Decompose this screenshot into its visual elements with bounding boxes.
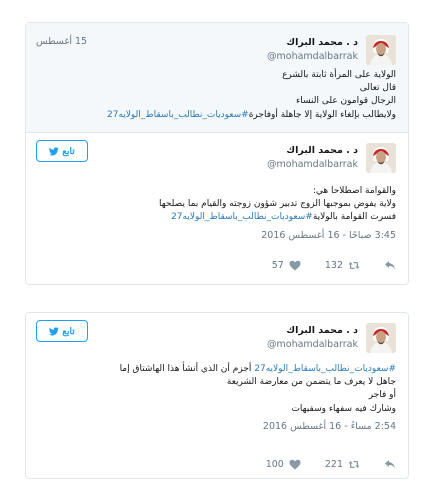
tweet-actions: 221 100 [266,459,396,470]
author-display-name[interactable]: د . محمد البراك [267,36,358,50]
retweet-action[interactable]: 132 [325,260,360,271]
retweet-icon [348,262,360,269]
retweet-count: 221 [324,459,343,470]
tweet-text-line: ولاية يفوض بموجبها الزوج تدبير شؤون زوجت… [158,199,396,210]
hashtag-link[interactable]: #سعوديات_نطالب_باسقاط_الولايه27 [171,212,313,222]
like-action[interactable]: 100 [266,459,301,470]
avatar[interactable] [366,35,396,65]
quoted-tweet-text: الولاية على المرأة ثابتة بالشرع قال تعال… [38,69,396,122]
tweet-text-line: الولاية على المرأة ثابتة بالشرع [282,70,396,80]
author-handle[interactable]: @mohamdalbarrak [267,158,358,172]
tweet-text: والقوامة اصطلاحا هي: ولاية يفوض بموجبها … [38,185,396,225]
tweet-header: د . محمد البراك @mohamdalbarrak [38,143,396,177]
tweet-author[interactable]: د . محمد البراك @mohamdalbarrak [267,144,358,172]
heart-icon [289,459,301,470]
like-action[interactable]: 57 [272,260,301,271]
like-count: 57 [271,260,284,271]
hashtag-link[interactable]: #سعوديات_نطالب_باسقاط_الولايه27 [107,110,249,120]
reply-icon [385,460,395,469]
retweet-action[interactable]: 221 [325,459,360,470]
reply-action[interactable] [384,459,396,470]
tweet-text-line: الرجال قوامون على النساء [296,96,396,107]
embedded-tweet-card: تابع د . محمد البراك @mohamdalbarrak #سع… [25,312,409,479]
embedded-tweet-card: 15 أغسطس د . محمد البراك @mohamdalbarrak… [25,22,409,285]
tweet-text: #سعوديات_نطالب_باسقاط_الولايه27 أجزم أن … [38,363,396,416]
tweet-text-line: فسرت القوامة بالولاية#سعوديات_نطالب_باسق… [38,211,396,224]
tweet-text-line: أو فاجر [368,390,396,401]
avatar[interactable] [366,143,396,173]
retweet-icon [348,461,360,468]
tweet-text-line: جاهل لا يعرف ما يتضمن من معارضة الشريعة [226,377,396,388]
tweet-text-line: وشارك فيه سفهاء وسفيهات [291,403,396,414]
quoted-tweet-header: د . محمد البراك @mohamdalbarrak [38,35,396,69]
hashtag-link[interactable]: #سعوديات_نطالب_باسقاط_الولايه27 [254,364,396,374]
tweet-text-line: #سعوديات_نطالب_باسقاط_الولايه27 أجزم أن … [38,363,396,376]
tweet-body: تابع د . محمد البراك @mohamdalbarrak وال… [26,133,408,241]
tweet-author[interactable]: د . محمد البراك @mohamdalbarrak [267,324,358,352]
tweet-timestamp[interactable]: 2:54 مساءً - 16 أغسطس 2016 [38,421,396,432]
author-display-name[interactable]: د . محمد البراك [267,324,358,338]
retweet-count: 132 [324,260,343,271]
author-handle[interactable]: @mohamdalbarrak [267,50,358,64]
tweet-text-line: ولايطالب بإلغاء الولاية إلا جاهلة أوفاجر… [38,109,396,122]
tweet-text-segment: ولايطالب بإلغاء الولاية إلا جاهلة أوفاجر… [248,109,396,120]
reply-action[interactable] [384,260,396,271]
quoted-tweet[interactable]: 15 أغسطس د . محمد البراك @mohamdalbarrak… [26,23,408,133]
author-display-name[interactable]: د . محمد البراك [267,144,358,158]
avatar[interactable] [366,323,396,353]
like-count: 100 [265,459,284,470]
tweet-header: د . محمد البراك @mohamdalbarrak [38,323,396,357]
tweet-text-line: والقوامة اصطلاحا هي: [312,186,396,196]
tweet-text-line: قال تعالى [359,83,396,94]
quoted-author[interactable]: د . محمد البراك @mohamdalbarrak [267,36,358,64]
tweet-actions: 132 57 [272,260,396,271]
reply-icon [385,261,395,270]
tweet-body: تابع د . محمد البراك @mohamdalbarrak #سع… [26,313,408,432]
author-handle[interactable]: @mohamdalbarrak [267,338,358,352]
heart-icon [289,260,301,271]
tweet-timestamp[interactable]: 3:45 صباحًا - 16 أغسطس 2016 [38,230,396,241]
tweet-text-segment: أجزم أن الذي أنشأ هذا الهاشتاق إما [119,364,252,374]
tweet-text-segment: فسرت القوامة بالولاية [312,212,396,223]
